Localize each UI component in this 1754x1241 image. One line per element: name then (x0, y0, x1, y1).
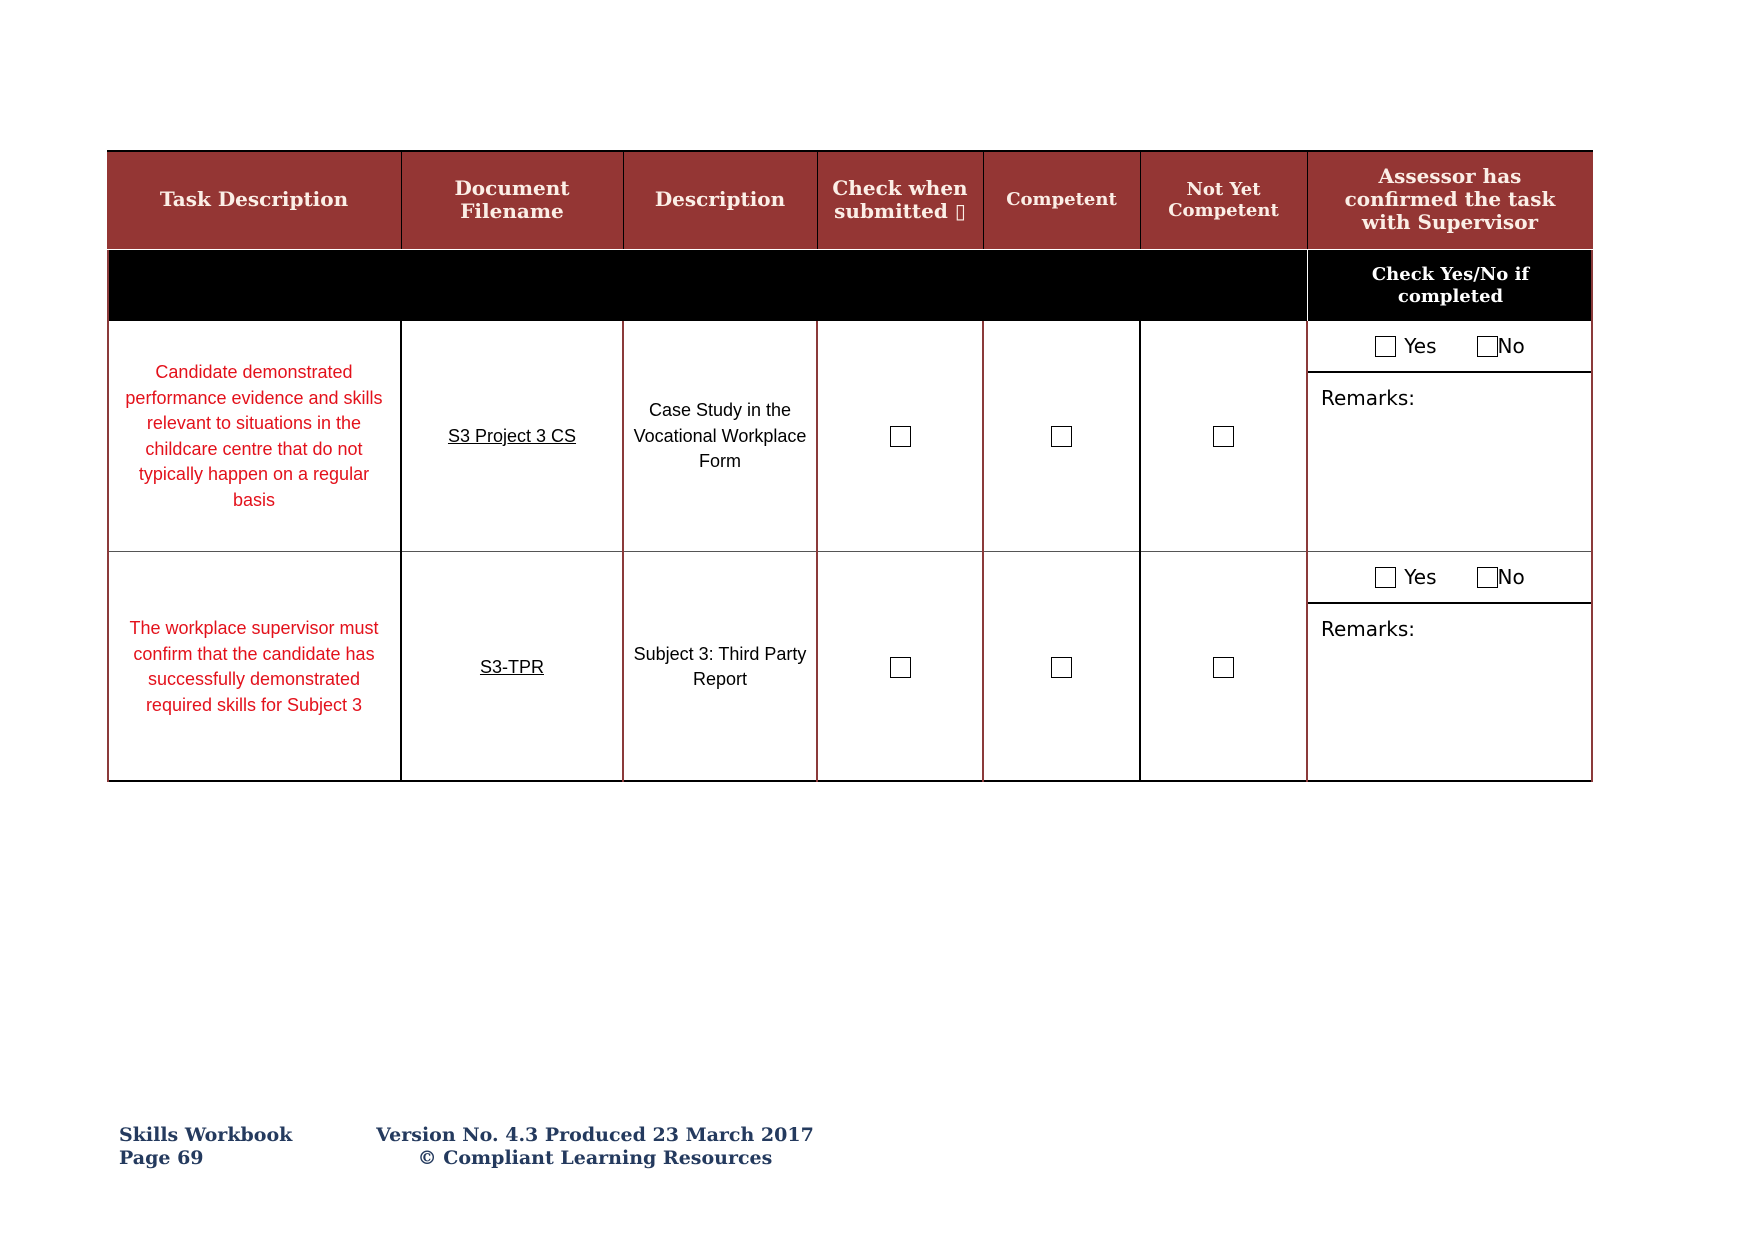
footer-workbook-title: Skills Workbook (119, 1124, 293, 1146)
row-2-filename-cell: S3-TPR (401, 552, 623, 782)
header-task-description: Task Description (107, 150, 401, 249)
hdr-col-divider (817, 150, 818, 249)
header-check-when-submitted: Check when submitted ▯ (817, 150, 983, 249)
row-2-nyc-cell (1140, 552, 1307, 782)
row-2-yesno-divider (1307, 602, 1593, 604)
body-col-divider (1306, 321, 1308, 782)
body-col-divider (1139, 321, 1141, 782)
header-document-filename: Document Filename (401, 150, 623, 249)
row-1-yesno-divider (1307, 371, 1593, 373)
row-2-task-description: The workplace supervisor must confirm th… (107, 552, 401, 782)
row-2-submitted-cell (817, 552, 983, 782)
row-1-description: Case Study in the Vocational Workplace F… (623, 321, 817, 552)
hdr-col-divider (1307, 150, 1308, 249)
row-1-competent-cell (983, 321, 1140, 552)
table-right-border (1591, 250, 1593, 782)
row-2-yes-no: Yes No (1307, 552, 1593, 602)
assessment-table: Task Description Document Filename Descr… (107, 150, 1593, 782)
row-1-no-checkbox[interactable] (1476, 335, 1498, 357)
body-col-divider (982, 321, 984, 782)
row-2-yes-checkbox[interactable] (1375, 566, 1397, 588)
row-1-filename-cell: S3 Project 3 CS (401, 321, 623, 552)
band-col-divider (1307, 250, 1308, 321)
header-competent: Competent (983, 150, 1140, 249)
row-2-no-label: No (1497, 565, 1525, 589)
body-col-divider (622, 321, 624, 782)
row-2-description: Subject 3: Third Party Report (623, 552, 817, 782)
row-1-yes-checkbox[interactable] (1375, 335, 1397, 357)
body-col-divider (816, 321, 818, 782)
hdr-col-divider (983, 150, 984, 249)
hdr-col-divider (1140, 150, 1141, 249)
row-2-filename-link[interactable]: S3-TPR (480, 657, 544, 678)
subheader-check-yes-no: Check Yes/No if completed (1308, 250, 1593, 321)
row-2-remarks-field[interactable] (1309, 605, 1591, 780)
row-2-submitted-checkbox[interactable] (889, 656, 911, 678)
table-bottom-border (107, 780, 1593, 782)
black-band (107, 250, 1307, 321)
table-top-border (107, 150, 1593, 152)
footer-version: Version No. 4.3 Produced 23 March 2017 (376, 1124, 814, 1146)
row-1-yes-no: Yes No (1307, 321, 1593, 371)
header-not-yet-competent: Not Yet Competent (1140, 150, 1307, 249)
row-1-remarks-field[interactable] (1309, 374, 1591, 550)
row-1-submitted-checkbox[interactable] (889, 426, 911, 447)
row-2-yes-label: Yes (1404, 565, 1437, 589)
hdr-col-divider (623, 150, 624, 249)
row-1-submitted-cell (817, 321, 983, 552)
row-1-yes-label: Yes (1404, 334, 1437, 358)
row-2-competent-checkbox[interactable] (1051, 656, 1072, 678)
hdr-col-divider (401, 150, 402, 249)
footer-left: Skills Workbook Page 69 (119, 1124, 292, 1170)
row-divider (107, 551, 1593, 552)
row-1-task-description: Candidate demonstrated performance evide… (107, 321, 401, 552)
row-1-nyc-cell (1140, 321, 1307, 552)
row-1-competent-checkbox[interactable] (1051, 426, 1072, 447)
row-2-no-checkbox[interactable] (1476, 566, 1498, 588)
header-divider (107, 249, 1593, 250)
footer-center: Version No. 4.3 Produced 23 March 2017 ©… (375, 1124, 815, 1170)
table-left-border (107, 250, 109, 782)
row-1-filename-link[interactable]: S3 Project 3 CS (448, 426, 576, 447)
row-1-no-label: No (1497, 334, 1525, 358)
row-2-not-yet-competent-checkbox[interactable] (1213, 656, 1234, 678)
body-col-divider (400, 321, 402, 782)
row-2-competent-cell (983, 552, 1140, 782)
row-1-not-yet-competent-checkbox[interactable] (1213, 426, 1234, 447)
header-assessor-confirmed: Assessor has confirmed the task with Sup… (1307, 150, 1593, 249)
footer-copyright: © Compliant Learning Resources (417, 1147, 773, 1169)
footer-page-number: Page 69 (119, 1147, 204, 1169)
header-description: Description (623, 150, 817, 249)
